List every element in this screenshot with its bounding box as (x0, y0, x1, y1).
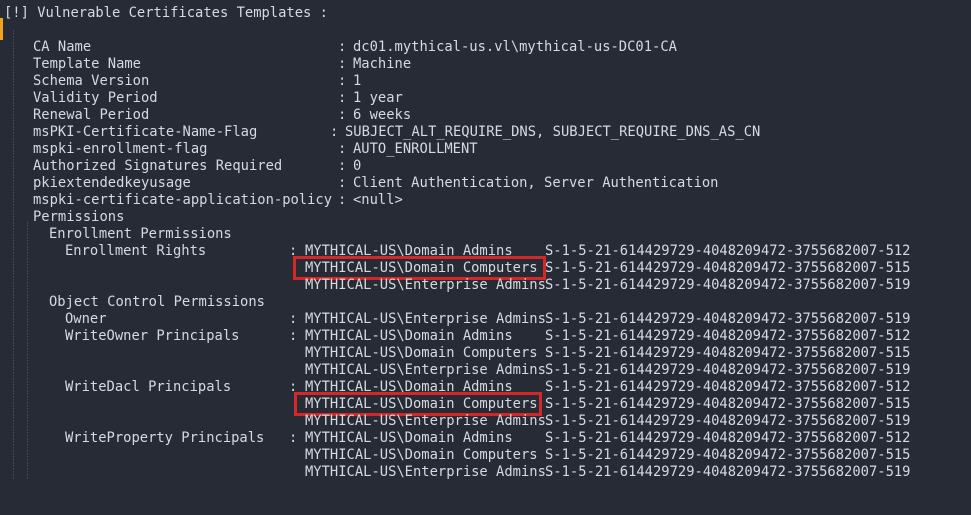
field-key: Template Name (33, 56, 141, 72)
principal-sid: S-1-5-21-614429729-4048209472-3755682007… (545, 345, 911, 361)
perm-sep: : (289, 311, 298, 327)
field-sep: : (338, 107, 347, 123)
enrollment-rights-label: Enrollment Rights (65, 243, 207, 259)
field-value: dc01.mythical-us.vl\mythical-us-DC01-CA (353, 39, 677, 55)
principal-sid: S-1-5-21-614429729-4048209472-3755682007… (545, 328, 911, 344)
principal-sid: S-1-5-21-614429729-4048209472-3755682007… (545, 464, 911, 480)
field-value: 1 (353, 73, 362, 89)
field-key: Schema Version (33, 73, 150, 89)
object-control-heading: Object Control Permissions (49, 294, 265, 310)
field-key: Validity Period (33, 90, 158, 106)
principal-sid: S-1-5-21-614429729-4048209472-3755682007… (545, 311, 911, 327)
field-key: msPKI-Certificate-Name-Flag (33, 124, 258, 140)
field-value: 1 year (353, 90, 403, 106)
owner-label: Owner (65, 311, 107, 327)
indent-guide (27, 222, 28, 480)
principal-sid: S-1-5-21-614429729-4048209472-3755682007… (545, 396, 911, 412)
principal-sid: S-1-5-21-614429729-4048209472-3755682007… (545, 430, 911, 446)
principal-name: MYTHICAL-US\Enterprise Admins (305, 311, 546, 327)
principal-sid: S-1-5-21-614429729-4048209472-3755682007… (545, 362, 911, 378)
principal-sid: S-1-5-21-614429729-4048209472-3755682007… (545, 243, 911, 259)
field-sep: : (338, 56, 347, 72)
principal-name: MYTHICAL-US\Enterprise Admins (305, 277, 546, 293)
field-value: 0 (353, 158, 362, 174)
principal-name: MYTHICAL-US\Domain Admins (305, 328, 513, 344)
perm-sep: : (289, 430, 298, 446)
principal-name: MYTHICAL-US\Enterprise Admins (305, 464, 546, 480)
terminal-output: [!] Vulnerable Certificates Templates : … (0, 0, 971, 515)
principal-name: MYTHICAL-US\Enterprise Admins (305, 362, 546, 378)
field-sep: : (338, 90, 347, 106)
writeproperty-label: WriteProperty Principals (65, 430, 265, 446)
field-sep: : (338, 73, 347, 89)
field-value: SUBJECT_ALT_REQUIRE_DNS, SUBJECT_REQUIRE… (345, 124, 761, 140)
field-sep: : (338, 158, 347, 174)
vuln-templates-header: [!] Vulnerable Certificates Templates : (4, 5, 328, 21)
writedacl-label: WriteDacl Principals (65, 379, 232, 395)
field-sep: : (338, 192, 347, 208)
field-value: 6 weeks (353, 107, 412, 123)
field-key: pkiextendedkeyusage (33, 175, 191, 191)
principal-name: MYTHICAL-US\Domain Admins (305, 430, 513, 446)
principal-name: MYTHICAL-US\Domain Computers (305, 345, 538, 361)
principal-name: MYTHICAL-US\Domain Computers (305, 447, 538, 463)
field-value: Client Authentication, Server Authentica… (353, 175, 719, 191)
field-key: Renewal Period (33, 107, 150, 123)
field-key: mspki-certificate-application-policy (33, 192, 333, 208)
permissions-heading: Permissions (33, 209, 125, 225)
principal-sid: S-1-5-21-614429729-4048209472-3755682007… (545, 413, 911, 429)
perm-sep: : (289, 328, 298, 344)
writeowner-label: WriteOwner Principals (65, 328, 240, 344)
field-sep: : (338, 39, 347, 55)
field-value: <null> (353, 192, 403, 208)
principal-sid: S-1-5-21-614429729-4048209472-3755682007… (545, 277, 911, 293)
field-key: CA Name (33, 39, 92, 55)
enrollment-permissions-heading: Enrollment Permissions (49, 226, 232, 242)
field-sep: : (338, 175, 347, 191)
principal-name: MYTHICAL-US\Enterprise Admins (305, 413, 546, 429)
principal-sid: S-1-5-21-614429729-4048209472-3755682007… (545, 260, 911, 276)
cursor-marker (0, 18, 3, 40)
indent-guide (13, 30, 14, 480)
field-sep: : (338, 141, 347, 157)
field-value: AUTO_ENROLLMENT (353, 141, 478, 157)
field-key: mspki-enrollment-flag (33, 141, 208, 157)
principal-sid: S-1-5-21-614429729-4048209472-3755682007… (545, 447, 911, 463)
principal-sid: S-1-5-21-614429729-4048209472-3755682007… (545, 379, 911, 395)
field-value: Machine (353, 56, 412, 72)
field-sep: : (330, 124, 339, 140)
field-key: Authorized Signatures Required (33, 158, 283, 174)
